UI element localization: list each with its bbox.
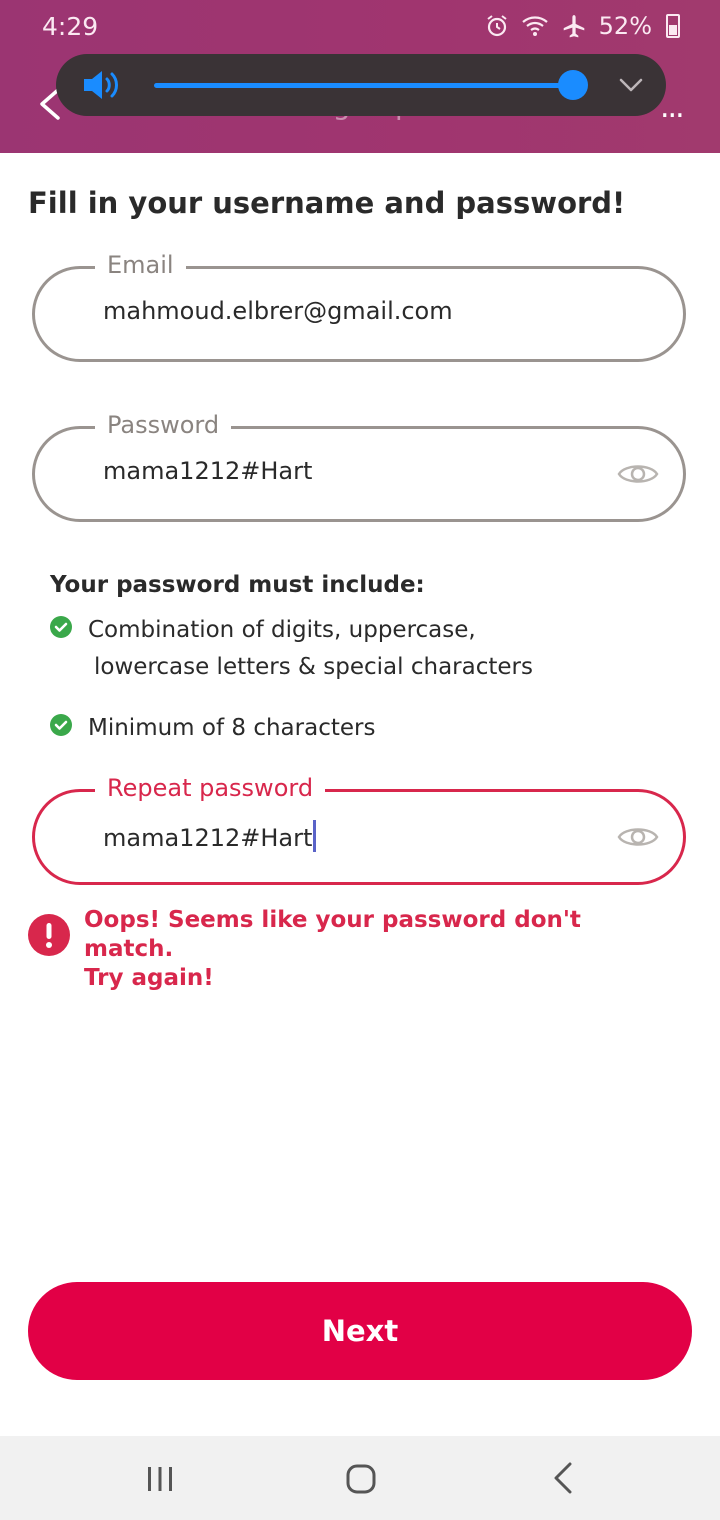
check-circle-icon bbox=[50, 616, 72, 638]
password-value[interactable]: mama1212#Hart bbox=[103, 457, 312, 485]
status-time: 4:29 bbox=[42, 12, 99, 41]
rule-text: Minimum of 8 characters bbox=[88, 715, 376, 741]
chevron-down-icon[interactable] bbox=[618, 72, 644, 98]
airplane-icon bbox=[563, 15, 584, 38]
speaker-icon[interactable] bbox=[82, 68, 122, 102]
password-mismatch-error: Oops! Seems like your password don't mat… bbox=[28, 906, 678, 993]
rule-text-line2: lowercase letters & special characters bbox=[94, 654, 533, 680]
status-icons: 52% bbox=[485, 12, 680, 40]
show-password-icon[interactable] bbox=[617, 822, 659, 852]
volume-slider-track[interactable] bbox=[154, 83, 572, 88]
form-heading: Fill in your username and password! bbox=[28, 186, 626, 220]
volume-slider-handle[interactable] bbox=[558, 70, 588, 100]
repeat-password-label: Repeat password bbox=[95, 774, 326, 802]
system-nav-bar bbox=[0, 1436, 720, 1520]
rule-text: Combination of digits, uppercase, bbox=[88, 617, 476, 643]
password-label: Password bbox=[95, 411, 232, 439]
show-password-icon[interactable] bbox=[617, 459, 659, 489]
repeat-password-text: mama1212#Hart bbox=[103, 824, 313, 852]
home-icon[interactable] bbox=[346, 1464, 376, 1494]
password-rules-title: Your password must include: bbox=[50, 572, 425, 598]
wifi-icon bbox=[521, 16, 548, 36]
password-field[interactable]: Password mama1212#Hart bbox=[32, 411, 686, 522]
password-rule-item: Minimum of 8 characters bbox=[50, 710, 375, 747]
email-label: Email bbox=[95, 251, 186, 279]
error-text-line2: Try again! bbox=[84, 965, 214, 991]
recent-apps-icon[interactable] bbox=[146, 1466, 174, 1492]
check-circle-icon bbox=[50, 714, 72, 736]
email-field[interactable]: Email mahmoud.elbrer@gmail.com bbox=[32, 251, 686, 362]
next-button[interactable]: Next bbox=[28, 1282, 692, 1380]
password-rule-item: Combination of digits, uppercase, lowerc… bbox=[50, 612, 533, 686]
email-value[interactable]: mahmoud.elbrer@gmail.com bbox=[103, 297, 453, 325]
alarm-icon bbox=[487, 15, 507, 37]
error-text: Oops! Seems like your password don't mat… bbox=[84, 907, 581, 962]
error-alert-icon bbox=[28, 914, 70, 956]
battery-percent: 52% bbox=[598, 12, 652, 40]
text-caret bbox=[313, 820, 317, 852]
more-options-icon[interactable]: ... bbox=[660, 90, 694, 125]
repeat-password-field[interactable]: Repeat password mama1212#Hart bbox=[32, 774, 686, 885]
repeat-password-value[interactable]: mama1212#Hart bbox=[103, 820, 317, 852]
volume-panel[interactable] bbox=[56, 54, 666, 116]
battery-icon bbox=[666, 14, 680, 38]
nav-back-icon[interactable] bbox=[552, 1462, 574, 1494]
